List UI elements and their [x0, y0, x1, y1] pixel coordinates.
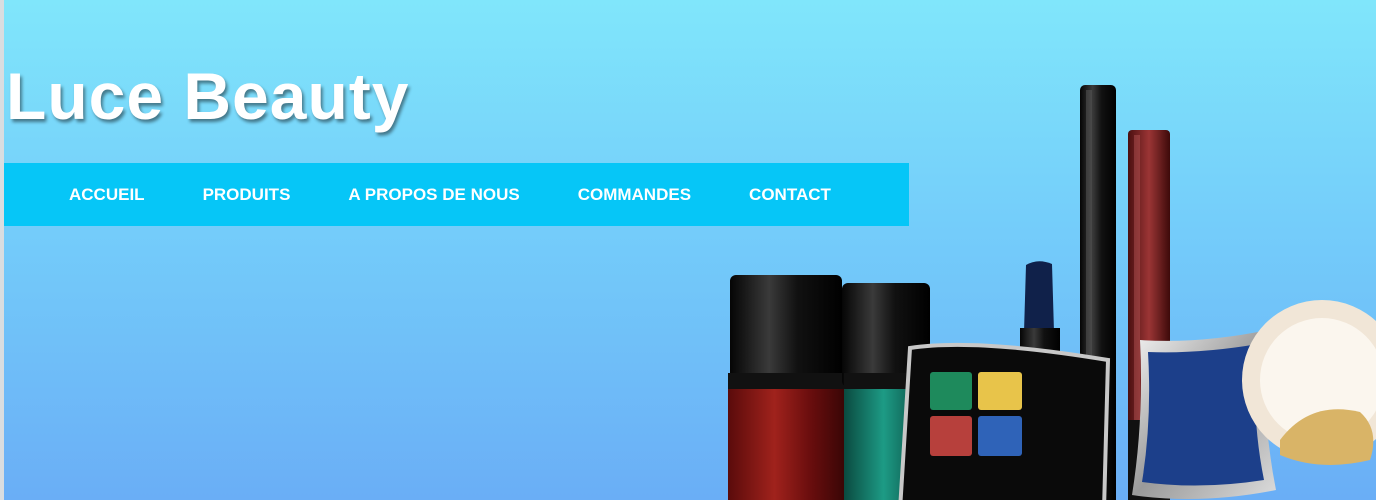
nav-item-commandes[interactable]: COMMANDES — [549, 163, 720, 226]
hero-product-image — [720, 80, 1376, 500]
nav-item-accueil[interactable]: ACCUEIL — [40, 163, 174, 226]
eyeshadow-palette — [898, 342, 1111, 500]
nav-item-a-propos[interactable]: A PROPOS DE NOUS — [319, 163, 548, 226]
nail-polish-red — [728, 275, 844, 500]
cosmetics-illustration — [728, 85, 1376, 500]
page-left-edge — [0, 0, 4, 500]
site-title: Luce Beauty — [6, 59, 410, 133]
nav-item-produits[interactable]: PRODUITS — [174, 163, 320, 226]
